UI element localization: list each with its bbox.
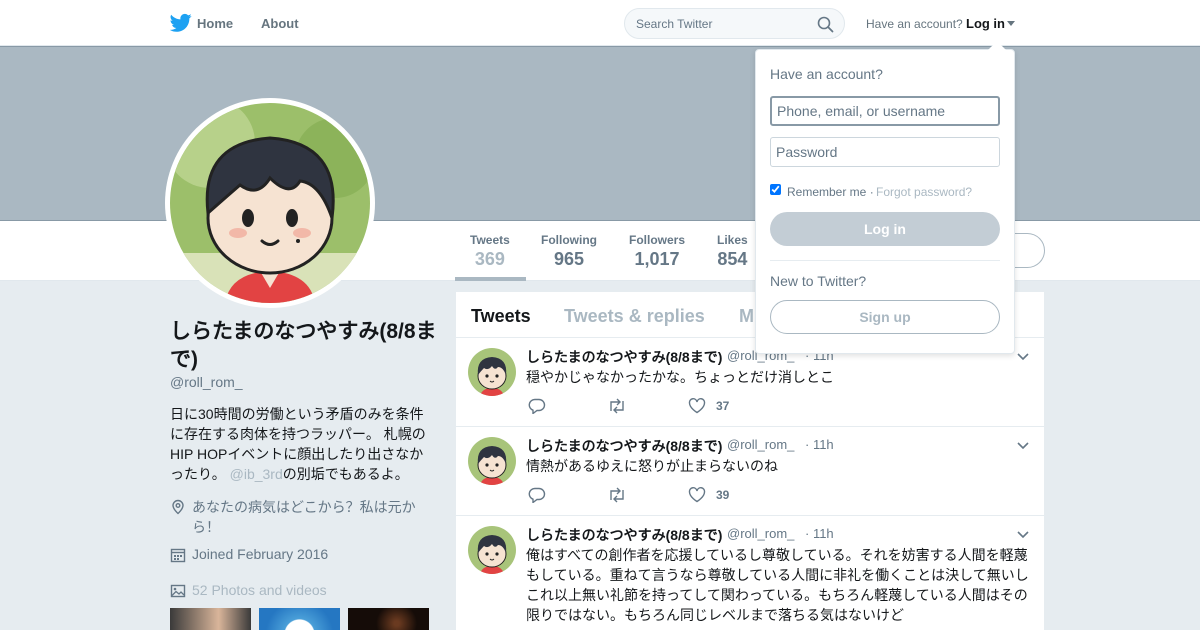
stat-followers[interactable]: Followers 1,017 xyxy=(629,233,685,270)
tweet-avatar[interactable] xyxy=(468,437,516,485)
avatar-illustration xyxy=(170,103,370,303)
stat-label: Followers xyxy=(629,233,686,247)
search-icon[interactable] xyxy=(817,16,834,33)
caret-down-icon[interactable] xyxy=(1007,21,1015,26)
login-dropdown-toggle[interactable]: Log in xyxy=(966,16,1005,31)
heart-icon[interactable] xyxy=(688,487,706,503)
photo-icon xyxy=(170,584,186,598)
avatar-illustration xyxy=(468,437,516,485)
profile-avatar[interactable] xyxy=(165,98,375,308)
stat-likes[interactable]: Likes 854 xyxy=(717,233,748,270)
username-field[interactable] xyxy=(770,96,1000,126)
have-account-text: Have an account? xyxy=(866,17,963,31)
stat-tweets[interactable]: Tweets 369 xyxy=(470,233,510,270)
location-pin-icon xyxy=(172,499,184,515)
login-dropdown: Have an account? Remember me · Forgot pa… xyxy=(755,41,1015,354)
stat-value: 965 xyxy=(553,249,585,269)
tweet-author-handle[interactable]: @roll_rom_ xyxy=(727,437,794,452)
tweet-author-name[interactable]: しらたまのなつやすみ(8/8まで) xyxy=(526,347,722,367)
media-thumbnail[interactable] xyxy=(348,608,429,630)
like-count: 39 xyxy=(716,488,730,502)
tweet[interactable]: しらたまのなつやすみ(8/8まで) @roll_rom_ · 11h 情熱がある… xyxy=(456,427,1044,516)
chevron-down-icon[interactable] xyxy=(1017,353,1029,361)
search-box[interactable] xyxy=(624,8,845,39)
profile-handle[interactable]: @roll_rom_ xyxy=(170,374,243,390)
location-text: あなたの病気はどこから？私は元から！ xyxy=(192,499,416,535)
remember-me-checkbox[interactable] xyxy=(770,184,781,195)
photos-videos-link[interactable]: 52 Photos and videos xyxy=(192,582,327,598)
media-thumbnail[interactable] xyxy=(259,608,340,630)
calendar-icon xyxy=(170,548,186,563)
top-navigation-bar: Home About Have an account? Log in xyxy=(0,0,1200,46)
tweet-avatar[interactable] xyxy=(468,526,516,574)
stat-value: 1,017 xyxy=(634,249,680,269)
tweet-author-name[interactable]: しらたまのなつやすみ(8/8まで) xyxy=(526,525,722,545)
media-thumbnail[interactable] xyxy=(170,608,251,630)
tweet-text: 穏やかじゃなかったかな。ちょっとだけ消しとこ xyxy=(526,369,834,385)
dropdown-title: Have an account? xyxy=(770,66,883,82)
separator-dot: · xyxy=(866,185,874,199)
tweet-text: 情熱があるゆえに怒りが止まらないのね xyxy=(526,458,778,474)
chevron-down-icon[interactable] xyxy=(1017,531,1029,539)
heart-icon[interactable] xyxy=(688,398,706,414)
tab-media[interactable]: M xyxy=(739,306,754,327)
password-field[interactable] xyxy=(770,137,1000,167)
search-input[interactable] xyxy=(636,15,806,33)
stat-following[interactable]: Following 965 xyxy=(541,233,597,270)
avatar-illustration xyxy=(468,526,516,574)
new-to-twitter-text: New to Twitter? xyxy=(770,273,867,289)
joined-date: Joined February 2016 xyxy=(192,546,329,562)
forgot-password-link[interactable]: Forgot password? xyxy=(876,185,972,199)
profile-bio: 日に30時間の労働という矛盾のみを条件に存在する肉体を持つラッパー。 札幌のHI… xyxy=(170,404,432,484)
tweet-timestamp[interactable]: · 11h xyxy=(805,437,834,452)
stat-label: Likes xyxy=(717,233,748,247)
like-count: 37 xyxy=(716,399,730,413)
divider xyxy=(770,260,1000,261)
stat-label: Following xyxy=(541,233,597,247)
signup-button[interactable]: Sign up xyxy=(770,300,1000,334)
remember-me-label[interactable]: Remember me · xyxy=(787,185,874,199)
tweet-timestamp[interactable]: · 11h xyxy=(805,526,834,541)
login-button[interactable]: Log in xyxy=(770,212,1000,246)
tab-tweets-replies[interactable]: Tweets & replies xyxy=(564,306,705,327)
bio-text-end: の別垢でもあるよ。 xyxy=(282,466,409,482)
stat-value: 369 xyxy=(474,249,505,269)
nav-about-link[interactable]: About xyxy=(261,16,299,31)
avatar-illustration xyxy=(468,348,516,396)
tweet-author-name[interactable]: しらたまのなつやすみ(8/8まで) xyxy=(526,436,722,456)
chevron-down-icon[interactable] xyxy=(1017,442,1029,450)
profile-name[interactable]: しらたまのなつやすみ(8/8まで) xyxy=(170,318,440,374)
dropdown-arrow xyxy=(988,41,1006,50)
stat-label: Tweets xyxy=(470,233,510,247)
retweet-icon[interactable] xyxy=(607,487,627,503)
bio-mention-link[interactable]: @ib_3rd xyxy=(230,466,283,482)
tweet[interactable]: しらたまのなつやすみ(8/8まで) @roll_rom_ · 11h 俺はすべて… xyxy=(456,516,1044,630)
stat-value: 854 xyxy=(717,249,748,269)
remember-me-text: Remember me xyxy=(787,185,867,199)
tweet-avatar[interactable] xyxy=(468,348,516,396)
tab-tweets[interactable]: Tweets xyxy=(471,306,531,327)
twitter-bird-icon[interactable] xyxy=(170,13,192,33)
reply-icon[interactable] xyxy=(528,487,546,503)
tweet-author-handle[interactable]: @roll_rom_ xyxy=(727,526,794,541)
reply-icon[interactable] xyxy=(528,398,546,414)
tweet-text: 俺はすべての創作者を応援しているし尊敬している。それを妨害する人間を軽蔑もしてい… xyxy=(526,547,1029,623)
nav-home-link[interactable]: Home xyxy=(197,16,233,31)
retweet-icon[interactable] xyxy=(607,398,627,414)
active-tab-underline xyxy=(455,277,526,281)
